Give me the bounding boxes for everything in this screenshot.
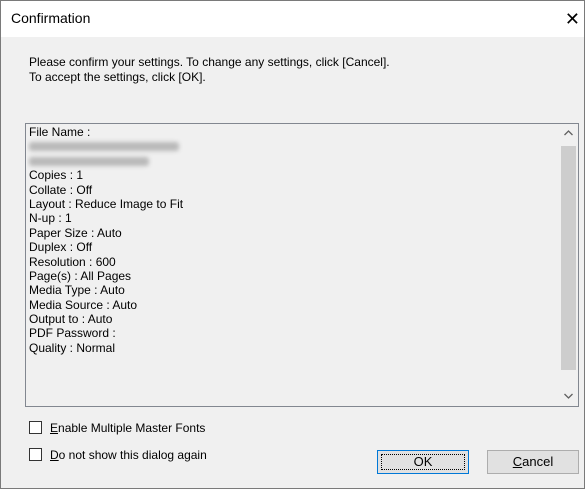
setting-item: Paper Size : Auto xyxy=(29,225,122,240)
close-icon: ✕ xyxy=(564,9,580,29)
setting-item: Resolution : 600 xyxy=(29,254,116,269)
setting-item: Copies : 1 xyxy=(29,168,84,183)
focus-rectangle xyxy=(381,454,465,470)
vertical-scrollbar[interactable] xyxy=(560,125,577,405)
scrollbar-thumb[interactable] xyxy=(561,146,576,370)
chevron-down-icon[interactable] xyxy=(560,388,577,405)
file-name-label: File Name : xyxy=(29,125,91,139)
cancel-button[interactable]: Cancel xyxy=(487,450,579,474)
setting-item: Duplex : Off xyxy=(29,240,93,255)
cancel-button-label: ancel xyxy=(522,454,554,469)
settings-list-content: File Name : Copies : 1 Collate : Off Lay… xyxy=(27,125,560,405)
setting-item: Output to : Auto xyxy=(29,312,113,327)
enable-master-fonts-checkbox[interactable]: Enable Multiple Master Fonts xyxy=(29,421,205,437)
accelerator-key: C xyxy=(512,454,523,469)
setting-item: Layout : Reduce Image to Fit xyxy=(29,196,184,211)
accelerator-key: D xyxy=(50,448,59,462)
checkbox-label: o not show this dialog again xyxy=(58,448,207,462)
ok-button[interactable]: OK xyxy=(377,450,469,474)
close-button[interactable]: ✕ xyxy=(538,1,584,37)
accelerator-key: E xyxy=(50,421,59,435)
setting-item: Page(s) : All Pages xyxy=(29,268,132,283)
message-line-2: To accept the settings, click [OK]. xyxy=(29,70,206,84)
setting-item: Quality : Normal xyxy=(29,340,116,355)
do-not-show-checkbox[interactable]: Do not show this dialog again xyxy=(29,448,207,464)
checkbox-box[interactable] xyxy=(29,448,42,461)
checkbox-label: nable Multiple Master Fonts xyxy=(58,421,206,435)
file-name-redacted-1 xyxy=(27,139,560,153)
instruction-message: Please confirm your settings. To change … xyxy=(29,55,559,85)
title-bar: Confirmation ✕ xyxy=(1,1,584,37)
confirmation-dialog: Confirmation ✕ Please confirm your setti… xyxy=(0,0,585,489)
setting-item: PDF Password : xyxy=(29,326,116,341)
setting-item: Media Source : Auto xyxy=(29,297,138,312)
setting-item: Collate : Off xyxy=(29,182,93,197)
checkbox-box[interactable] xyxy=(29,421,42,434)
settings-listbox[interactable]: File Name : Copies : 1 Collate : Off Lay… xyxy=(25,123,579,407)
setting-item: Media Type : Auto xyxy=(29,283,125,298)
file-name-redacted-2 xyxy=(27,154,560,168)
window-title: Confirmation xyxy=(11,10,91,26)
setting-item: N-up : 1 xyxy=(29,211,72,226)
chevron-up-icon[interactable] xyxy=(560,125,577,142)
message-line-1: Please confirm your settings. To change … xyxy=(29,55,390,69)
